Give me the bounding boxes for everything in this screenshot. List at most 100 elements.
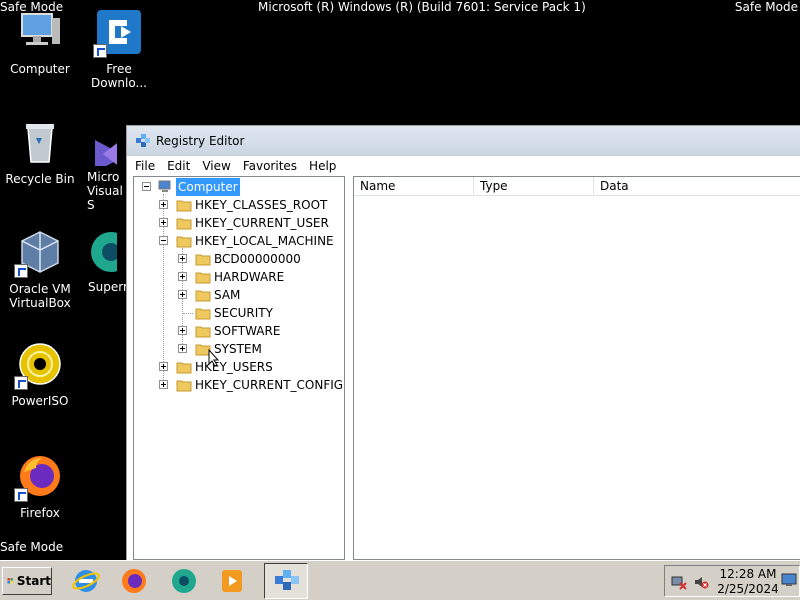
expand-toggle[interactable] xyxy=(178,272,187,281)
desktop-icon-virtualbox[interactable]: Oracle VM VirtualBox xyxy=(0,228,80,310)
menu-view[interactable]: View xyxy=(202,159,230,173)
media-player-icon xyxy=(222,570,242,592)
poweriso-icon xyxy=(14,340,64,390)
safe-mode-label-top-right: Safe Mode xyxy=(734,0,798,14)
expand-toggle[interactable] xyxy=(178,290,187,299)
registry-tree-pane[interactable]: Computer HKEY_CLASSES_ROOT HKEY_CURRENT_… xyxy=(133,176,345,560)
tree-label: SAM xyxy=(214,288,241,302)
expand-toggle[interactable] xyxy=(159,200,168,209)
folder-icon xyxy=(195,272,211,284)
virtualbox-icon xyxy=(14,228,64,278)
taskbar-firefox[interactable] xyxy=(114,563,154,599)
menu-file[interactable]: File xyxy=(135,159,155,173)
window-title: Registry Editor xyxy=(156,133,245,148)
folder-icon xyxy=(195,254,211,266)
safe-mode-label-bottom-left: Safe Mode xyxy=(0,540,64,554)
expand-toggle[interactable] xyxy=(178,326,187,335)
tree-label: HKEY_CURRENT_USER xyxy=(195,216,329,230)
windows-build-text: Microsoft (R) Windows (R) (Build 7601: S… xyxy=(258,0,586,14)
folder-icon xyxy=(195,326,211,338)
desktop-icon-label: Firefox xyxy=(20,506,60,520)
column-header-data[interactable]: Data xyxy=(594,177,800,196)
desktop-icon-computer[interactable]: Computer xyxy=(0,8,80,76)
desktop-icon-recycle-bin[interactable]: Recycle Bin xyxy=(0,118,80,186)
tree-label: HKEY_CURRENT_CONFIG xyxy=(195,378,344,392)
supermium-icon xyxy=(87,228,117,276)
folder-icon xyxy=(176,380,192,392)
tree-label: SECURITY xyxy=(214,306,273,320)
tree-label: Computer xyxy=(176,178,240,196)
tree-label: HKEY_CLASSES_ROOT xyxy=(195,198,328,212)
taskbar-media-player[interactable] xyxy=(212,563,252,599)
registry-editor-icon xyxy=(136,133,150,147)
computer-icon xyxy=(158,180,171,192)
tree-label: BCD00000000 xyxy=(214,252,301,266)
menu-bar: File Edit View Favorites Help xyxy=(127,156,800,176)
recycle-bin-icon xyxy=(16,118,64,166)
expand-toggle[interactable] xyxy=(159,362,168,371)
free-download-icon xyxy=(93,8,143,58)
desktop-icon-label: Computer xyxy=(10,62,70,76)
desktop-icon-label: Free Downlo... xyxy=(91,62,147,90)
folder-icon xyxy=(176,218,192,230)
show-desktop-icon[interactable] xyxy=(781,572,797,588)
folder-icon xyxy=(195,290,211,302)
folder-icon xyxy=(195,308,211,320)
shortcut-arrow-icon xyxy=(14,376,28,390)
desktop-icon-label: PowerISO xyxy=(11,394,69,408)
visual-studio-icon xyxy=(87,130,117,166)
folder-open-icon xyxy=(176,236,192,248)
windows-flag-icon xyxy=(7,578,13,584)
clock-date: 2/25/2024 xyxy=(717,582,779,596)
start-label: Start xyxy=(16,574,51,588)
expand-toggle[interactable] xyxy=(159,218,168,227)
tree-label: SOFTWARE xyxy=(214,324,281,338)
registry-editor-window[interactable]: Registry Editor File Edit View Favorites… xyxy=(126,125,800,565)
column-header-name[interactable]: Name xyxy=(354,177,474,196)
shortcut-arrow-icon xyxy=(93,44,107,58)
expand-toggle[interactable] xyxy=(178,344,187,353)
firefox-icon xyxy=(14,452,64,502)
volume-muted-icon[interactable] xyxy=(693,574,709,590)
folder-icon xyxy=(176,200,192,212)
taskbar-registry-editor[interactable] xyxy=(264,563,308,599)
menu-help[interactable]: Help xyxy=(309,159,336,173)
taskbar-supermium[interactable] xyxy=(164,563,204,599)
tree-label: HKEY_LOCAL_MACHINE xyxy=(195,234,334,248)
desktop-icon-label: Recycle Bin xyxy=(5,172,75,186)
network-disconnected-icon[interactable] xyxy=(671,574,687,590)
desktop-icon-firefox[interactable]: Firefox xyxy=(0,452,80,520)
column-header-type[interactable]: Type xyxy=(474,177,594,196)
title-bar[interactable]: Registry Editor xyxy=(127,126,800,156)
system-tray: 12:28 AM 2/25/2024 xyxy=(664,565,800,597)
taskbar: Start 12:28 AM 2/25/2024 xyxy=(0,560,800,600)
desktop-icon-poweriso[interactable]: PowerISO xyxy=(0,340,80,408)
desktop-icon-supermium[interactable]: Superm xyxy=(79,228,133,294)
tree-label: HKEY_USERS xyxy=(195,360,273,374)
clock-time: 12:28 AM xyxy=(719,567,777,581)
taskbar-internet-explorer[interactable] xyxy=(66,563,106,599)
clock[interactable]: 12:28 AM 2/25/2024 xyxy=(717,567,779,597)
shortcut-arrow-icon xyxy=(14,264,28,278)
computer-icon xyxy=(16,8,64,56)
folder-icon xyxy=(176,362,192,374)
menu-favorites[interactable]: Favorites xyxy=(243,159,297,173)
tree-label: HARDWARE xyxy=(214,270,285,284)
desktop-icon-visual-studio[interactable]: Micro Visual S xyxy=(79,130,129,212)
expand-toggle[interactable] xyxy=(178,254,187,263)
start-button[interactable]: Start xyxy=(2,567,52,595)
tree-label: SYSTEM xyxy=(214,342,262,356)
menu-edit[interactable]: Edit xyxy=(167,159,190,173)
expand-toggle[interactable] xyxy=(159,380,168,389)
mouse-cursor-icon xyxy=(208,349,220,367)
shortcut-arrow-icon xyxy=(14,488,28,502)
firefox-icon xyxy=(122,569,146,593)
supermium-icon xyxy=(172,569,196,593)
desktop-icon-label: Oracle VM VirtualBox xyxy=(9,282,71,310)
internet-explorer-icon xyxy=(72,570,100,592)
desktop-icon-free-download[interactable]: Free Downlo... xyxy=(79,8,159,90)
collapse-toggle[interactable] xyxy=(142,182,151,191)
registry-values-pane[interactable]: Name Type Data xyxy=(353,176,800,560)
collapse-toggle[interactable] xyxy=(159,236,168,245)
registry-editor-icon xyxy=(275,570,299,590)
